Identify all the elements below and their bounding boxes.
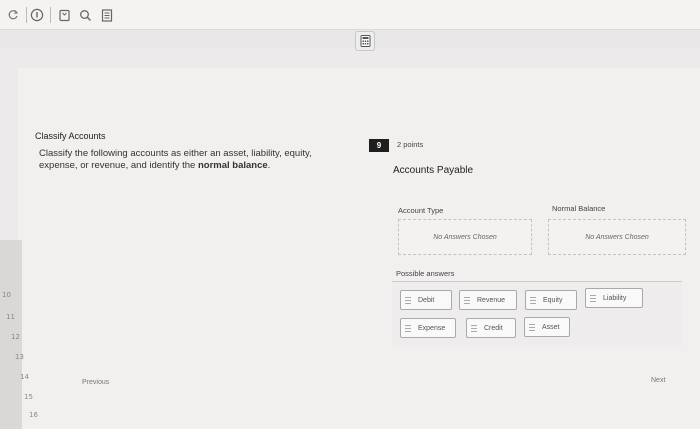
dropzone-placeholder: No Answers Chosen [433, 233, 497, 241]
search-icon[interactable] [76, 6, 94, 24]
question-number-badge: 9 [369, 139, 389, 152]
answer-chip-equity[interactable]: Equity [525, 290, 577, 310]
drag-handle-icon [471, 324, 479, 332]
question-number-link[interactable]: 16 [29, 411, 38, 419]
chip-label: Credit [484, 324, 503, 332]
answer-chip-credit[interactable]: Credit [466, 318, 516, 338]
answer-chip-debit[interactable]: Debit [400, 290, 452, 310]
question-number-link[interactable]: 15 [24, 393, 33, 401]
question-title: Classify Accounts [35, 131, 106, 141]
question-instruction: Classify the following accounts as eithe… [39, 148, 339, 172]
info-icon[interactable] [28, 6, 46, 24]
chip-label: Debit [418, 296, 435, 304]
question-number-link[interactable]: 14 [20, 373, 29, 381]
question-number-link[interactable]: 13 [15, 353, 24, 361]
calculator-button[interactable] [355, 31, 375, 51]
secondary-bar [0, 30, 700, 48]
drag-handle-icon [590, 294, 598, 302]
dropzone-placeholder: No Answers Chosen [585, 233, 649, 241]
chip-label: Equity [543, 296, 563, 304]
drag-handle-icon [464, 296, 472, 304]
answer-chip-revenue[interactable]: Revenue [459, 290, 517, 310]
chip-label: Expense [418, 324, 446, 332]
instruction-end: . [267, 160, 271, 171]
normal-balance-header: Normal Balance [552, 204, 606, 213]
question-number-link[interactable]: 11 [6, 313, 15, 321]
account-type-header: Account Type [398, 206, 444, 215]
question-number-link[interactable]: 10 [2, 291, 11, 299]
chip-label: Liability [603, 294, 627, 302]
reload-icon[interactable] [4, 6, 22, 24]
answer-chip-liability[interactable]: Liability [585, 288, 643, 308]
drag-handle-icon [529, 323, 537, 331]
drag-handle-icon [530, 296, 538, 304]
next-button[interactable]: Next [651, 377, 665, 384]
bookmark-icon[interactable] [55, 6, 73, 24]
question-number-link[interactable]: 12 [11, 333, 20, 341]
possible-answers-label: Possible answers [396, 269, 455, 278]
previous-button[interactable]: Previous [82, 379, 109, 386]
instruction-bold-text: normal balance [197, 160, 268, 171]
points-label: 2 points [397, 140, 424, 149]
normal-balance-dropzone[interactable]: No Answers Chosen [548, 219, 686, 255]
answer-chip-asset[interactable]: Asset [524, 317, 570, 337]
toolbar [0, 0, 700, 30]
chip-label: Revenue [477, 296, 506, 304]
calculator-icon [360, 35, 370, 47]
drag-handle-icon [405, 296, 413, 304]
drag-handle-icon [405, 324, 413, 332]
account-name: Accounts Payable [393, 165, 474, 176]
document-icon[interactable] [98, 6, 116, 24]
answer-chip-expense[interactable]: Expense [400, 318, 456, 338]
account-type-dropzone[interactable]: No Answers Chosen [398, 219, 532, 255]
chip-label: Asset [542, 323, 560, 331]
instruction-text: Classify the following accounts as eithe… [39, 148, 312, 171]
